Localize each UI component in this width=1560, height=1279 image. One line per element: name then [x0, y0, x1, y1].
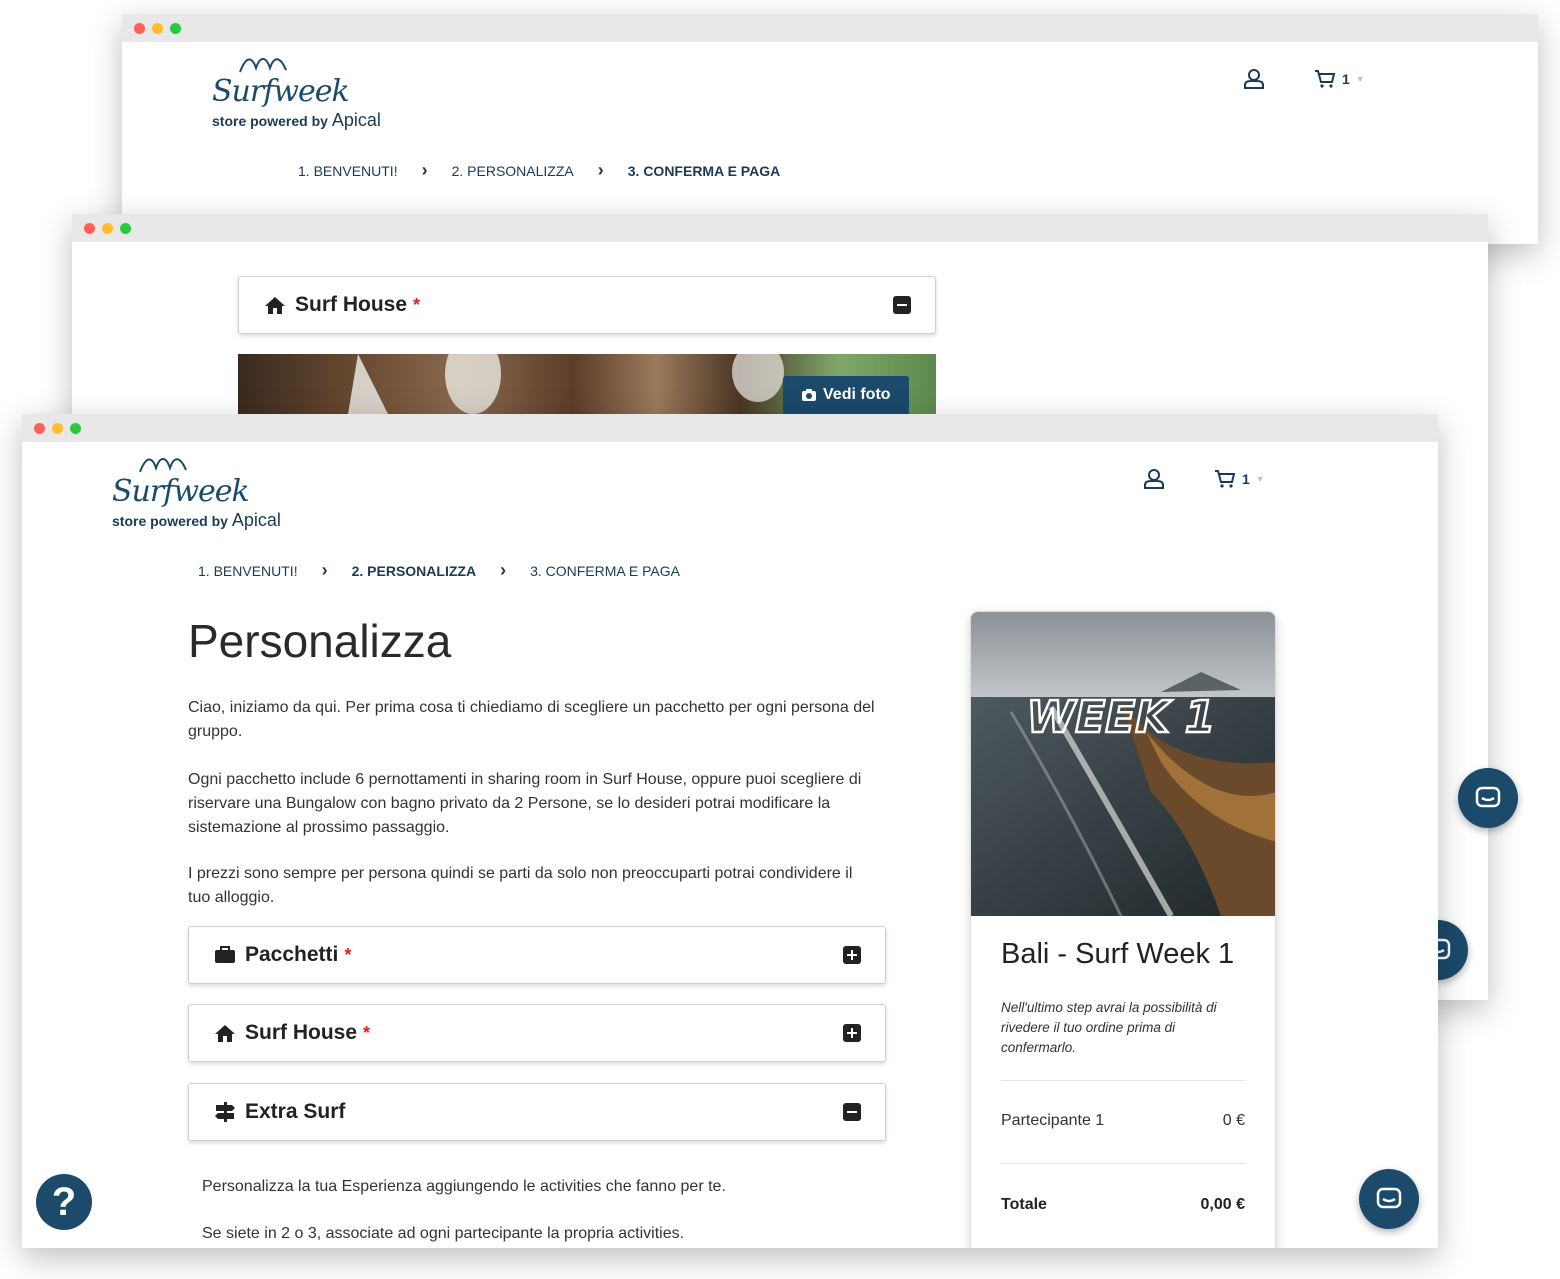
maximize-window-icon[interactable]: [120, 223, 131, 234]
minimize-window-icon[interactable]: [102, 223, 113, 234]
package-paragraph: Ogni pacchetto include 6 pernottamenti i…: [188, 771, 862, 836]
close-window-icon[interactable]: [34, 423, 45, 434]
week-lettering: WEEK 1: [1027, 692, 1216, 743]
wave-icon: [139, 458, 187, 473]
chevron-right-icon: ›: [321, 560, 328, 580]
minimize-window-icon[interactable]: [152, 23, 163, 34]
step-benvenuti[interactable]: 1. BENVENUTI!: [198, 563, 298, 579]
participant-row: Partecipante 1 0 €: [1001, 1112, 1245, 1130]
chevron-down-icon: ▼: [1255, 474, 1265, 484]
chevron-right-icon: ›: [500, 560, 507, 580]
collapse-icon[interactable]: [893, 296, 911, 314]
panel-title: Pacchetti: [245, 943, 339, 966]
window-titlebar: [22, 414, 1438, 442]
week-cover-image: WEEK 1: [971, 612, 1275, 916]
expand-icon[interactable]: [843, 946, 861, 964]
browser-window-front: Surfweek store powered by Apical 1 ▼ 1. …: [22, 414, 1438, 1248]
view-photos-button[interactable]: Vedi foto: [783, 376, 909, 414]
checkout-steps: 1. BENVENUTI! › 2. PERSONALIZZA › 3. CON…: [198, 560, 680, 581]
minimize-window-icon[interactable]: [52, 423, 63, 434]
browser-window-back: Surfweek store powered by Apical 1 ▼ 1. …: [122, 14, 1538, 244]
required-marker: *: [363, 1022, 371, 1043]
window-titlebar: [122, 14, 1538, 42]
surf-house-panel[interactable]: Surf House *: [188, 1004, 886, 1062]
chat-icon: [1475, 786, 1501, 808]
pacchetti-panel[interactable]: Pacchetti *: [188, 926, 886, 984]
intro-paragraph: Ciao, iniziamo da qui. Per prima cosa ti…: [188, 699, 875, 740]
chat-button-back[interactable]: [1458, 768, 1518, 828]
help-button[interactable]: ?: [36, 1174, 92, 1230]
cart-icon: [1215, 470, 1236, 488]
order-summary-card: WEEK 1 Bali - Surf Week 1 Nell'ultimo st…: [970, 611, 1276, 1248]
maximize-window-icon[interactable]: [70, 423, 81, 434]
panel-title: Surf House: [295, 293, 408, 316]
panel-title: Extra Surf: [245, 1100, 346, 1123]
camera-icon: [802, 389, 816, 401]
product-title: Bali - Surf Week 1: [1001, 938, 1235, 970]
question-icon: ?: [51, 1179, 77, 1224]
required-marker: *: [413, 294, 421, 315]
chevron-right-icon: ›: [597, 160, 604, 180]
divider: [1001, 1163, 1245, 1164]
panel-title: Surf House: [245, 1021, 358, 1044]
house-icon: [213, 1022, 237, 1044]
chat-icon: [1376, 1187, 1402, 1209]
house-icon: [263, 294, 287, 316]
step-conferma-paga[interactable]: 3. CONFERMA E PAGA: [628, 163, 780, 179]
collapse-icon[interactable]: [843, 1103, 861, 1121]
cart-count: 1: [1342, 71, 1350, 87]
cart-icon: [1315, 70, 1336, 88]
total-row: Totale 0,00 €: [1001, 1196, 1245, 1214]
required-marker: *: [344, 944, 352, 965]
user-account-icon[interactable]: [1143, 468, 1165, 490]
page-title: Personalizza: [188, 615, 452, 667]
chat-button[interactable]: [1359, 1169, 1419, 1229]
signpost-icon: [213, 1101, 237, 1123]
surf-house-panel[interactable]: Surf House *: [238, 276, 936, 334]
participant-label: Partecipante 1: [1001, 1112, 1105, 1129]
extra-surf-text-2: Se siete in 2 o 3, associate ad ogni par…: [202, 1225, 685, 1242]
divider: [1001, 1080, 1245, 1081]
cart-button[interactable]: 1 ▼: [1214, 468, 1265, 490]
user-account-icon[interactable]: [1243, 68, 1265, 90]
step-personalizza[interactable]: 2. PERSONALIZZA: [352, 563, 476, 579]
window-titlebar: [72, 214, 1488, 242]
extra-surf-panel[interactable]: Extra Surf: [188, 1083, 886, 1141]
total-value: 0,00 €: [1200, 1196, 1245, 1213]
step-personalizza[interactable]: 2. PERSONALIZZA: [452, 163, 574, 179]
cart-button[interactable]: 1 ▼: [1314, 68, 1365, 90]
surfweek-logo[interactable]: Surfweek store powered by Apical: [112, 452, 292, 532]
step-conferma-paga[interactable]: 3. CONFERMA E PAGA: [530, 563, 680, 579]
expand-icon[interactable]: [843, 1024, 861, 1042]
close-window-icon[interactable]: [134, 23, 145, 34]
surfweek-logo[interactable]: Surfweek store powered by Apical: [212, 52, 392, 132]
close-window-icon[interactable]: [84, 223, 95, 234]
cart-count: 1: [1242, 471, 1250, 487]
checkout-steps: 1. BENVENUTI! › 2. PERSONALIZZA › 3. CON…: [298, 160, 780, 181]
step-benvenuti[interactable]: 1. BENVENUTI!: [298, 163, 398, 179]
chevron-right-icon: ›: [421, 160, 428, 180]
price-paragraph: I prezzi sono sempre per persona quindi …: [188, 865, 853, 906]
wave-icon: [239, 58, 287, 73]
maximize-window-icon[interactable]: [170, 23, 181, 34]
participant-price: 0 €: [1222, 1112, 1245, 1129]
briefcase-icon: [213, 944, 237, 966]
extra-surf-text: Personalizza la tua Esperienza aggiungen…: [202, 1178, 726, 1195]
total-label: Totale: [1001, 1196, 1047, 1213]
chevron-down-icon: ▼: [1355, 74, 1365, 84]
review-note: Nell'ultimo step avrai la possibilità di…: [1001, 1000, 1217, 1055]
